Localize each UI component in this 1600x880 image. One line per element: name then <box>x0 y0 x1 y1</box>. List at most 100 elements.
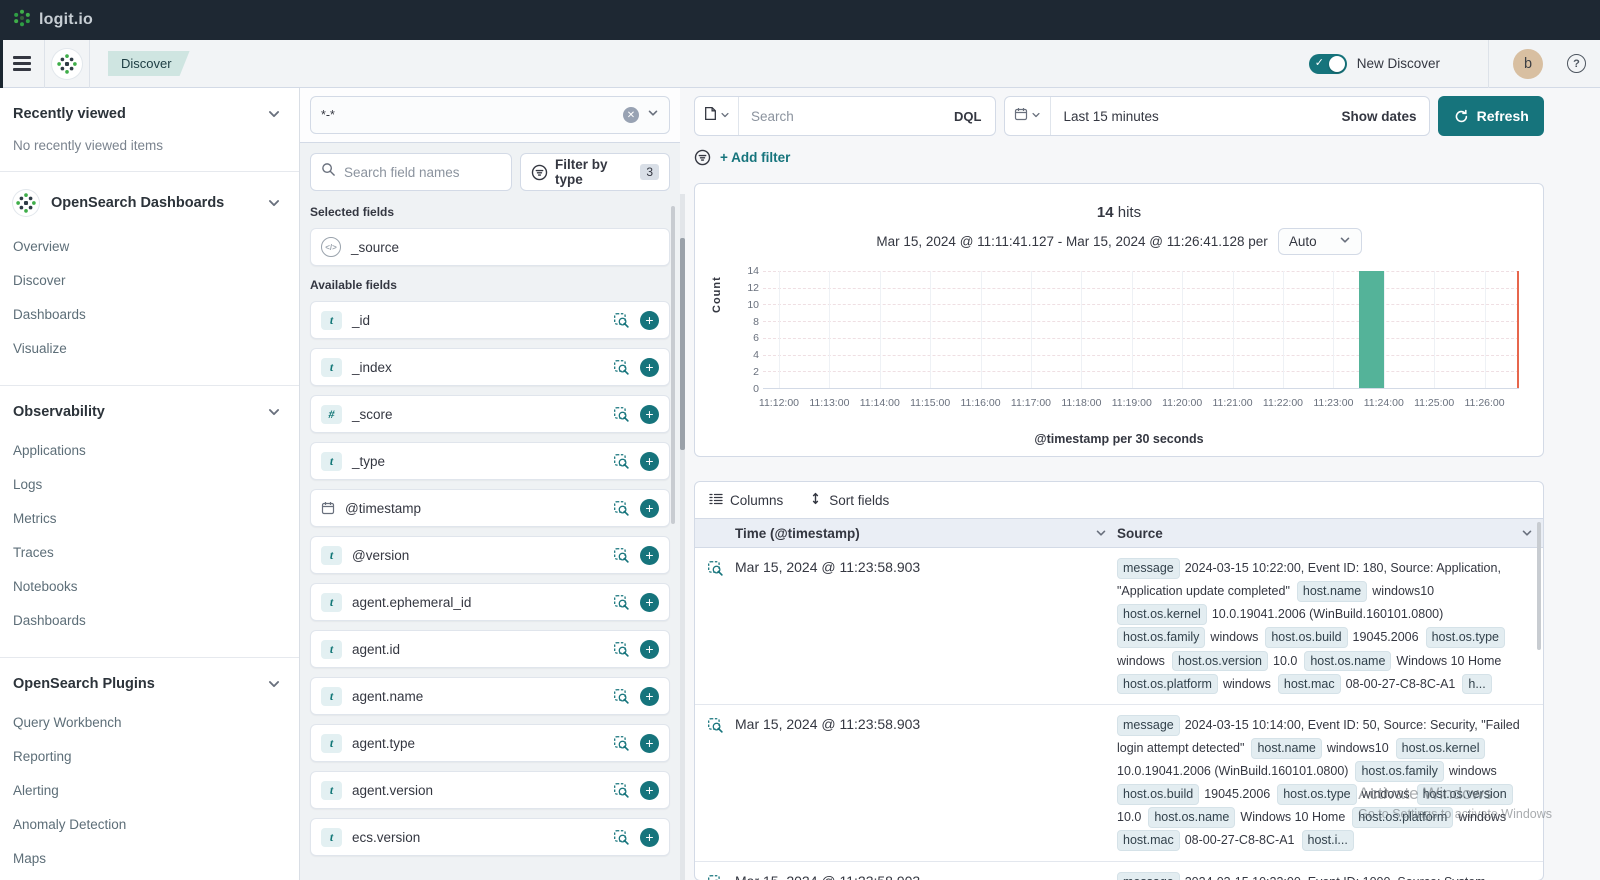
clear-index-icon[interactable]: ✕ <box>623 107 639 123</box>
add-field-button[interactable]: + <box>640 781 659 800</box>
add-field-button[interactable]: + <box>640 405 659 424</box>
refresh-label: Refresh <box>1477 108 1529 124</box>
sidebar-item-traces[interactable]: Traces <box>13 545 281 560</box>
chevron-down-icon[interactable] <box>1095 527 1107 539</box>
histogram-bar[interactable] <box>1359 271 1384 388</box>
menu-button[interactable] <box>0 40 44 88</box>
source-column-header[interactable]: Source <box>1117 526 1543 541</box>
add-field-button[interactable]: + <box>640 687 659 706</box>
add-filter-button[interactable]: + Add filter <box>720 150 790 165</box>
field-row-agent-version[interactable]: tagent.version+ <box>310 771 670 809</box>
source-field-value: 08-00-27-C8-8C-A1 <box>1346 677 1456 691</box>
source-field-badge: host.os.family <box>1355 761 1443 782</box>
time-range-value[interactable]: Last 15 minutes <box>1051 109 1328 124</box>
add-field-button[interactable]: + <box>640 828 659 847</box>
field-details-icon[interactable] <box>613 547 630 564</box>
chevron-down-icon[interactable] <box>267 405 281 419</box>
field-row--id[interactable]: t_id+ <box>310 301 670 339</box>
field-row--score[interactable]: #_score+ <box>310 395 670 433</box>
sidebar-item-maps[interactable]: Maps <box>13 851 281 866</box>
text-field-icon: t <box>321 311 342 330</box>
field-details-icon[interactable] <box>613 359 630 376</box>
query-search-input[interactable] <box>739 109 940 124</box>
filter-by-type-button[interactable]: Filter by type 3 <box>520 153 670 191</box>
field-row--version[interactable]: t@version+ <box>310 536 670 574</box>
field-row-ecs-version[interactable]: tecs.version+ <box>310 818 670 856</box>
field-row-agent-id[interactable]: tagent.id+ <box>310 630 670 668</box>
field-details-icon[interactable] <box>613 500 630 517</box>
sidebar-item-applications[interactable]: Applications <box>13 443 281 458</box>
field-row-agent-type[interactable]: tagent.type+ <box>310 724 670 762</box>
main-scrollbar[interactable] <box>680 238 685 450</box>
field-details-icon[interactable] <box>613 782 630 799</box>
saved-query-button[interactable] <box>695 97 739 135</box>
sidebar-item-alerting[interactable]: Alerting <box>13 783 281 798</box>
field-row--source[interactable]: </>_source <box>310 228 670 266</box>
sidebar-item-logs[interactable]: Logs <box>13 477 281 492</box>
field-details-icon[interactable] <box>613 312 630 329</box>
field-row-agent-ephemeral-id[interactable]: tagent.ephemeral_id+ <box>310 583 670 621</box>
number-field-icon: # <box>321 405 342 424</box>
add-field-button[interactable]: + <box>640 358 659 377</box>
field-details-icon[interactable] <box>613 406 630 423</box>
table-row: Mar 15, 2024 @ 11:23:58.903message2024-0… <box>695 548 1543 705</box>
interval-select[interactable]: Auto <box>1278 228 1362 255</box>
add-field-button[interactable]: + <box>640 311 659 330</box>
fields-scrollbar[interactable] <box>671 206 675 524</box>
chevron-down-icon[interactable] <box>647 106 659 124</box>
field-search-box <box>310 153 512 191</box>
field-row--index[interactable]: t_index+ <box>310 348 670 386</box>
breadcrumb[interactable]: Discover <box>108 51 190 76</box>
field-details-icon[interactable] <box>613 594 630 611</box>
field-row--type[interactable]: t_type+ <box>310 442 670 480</box>
add-field-button[interactable]: + <box>640 499 659 518</box>
field-row-agent-name[interactable]: tagent.name+ <box>310 677 670 715</box>
add-field-button[interactable]: + <box>640 593 659 612</box>
y-axis-title: Count <box>711 276 723 313</box>
add-field-button[interactable]: + <box>640 452 659 471</box>
add-field-button[interactable]: + <box>640 640 659 659</box>
expand-document-button[interactable] <box>695 714 735 853</box>
chevron-down-icon[interactable] <box>1521 527 1533 539</box>
sidebar-item-reporting[interactable]: Reporting <box>13 749 281 764</box>
add-field-button[interactable]: + <box>640 734 659 753</box>
sidebar-item-overview[interactable]: Overview <box>13 239 281 254</box>
help-button[interactable]: ? <box>1567 54 1586 73</box>
field-details-icon[interactable] <box>613 453 630 470</box>
new-discover-toggle[interactable]: ✓ <box>1309 54 1347 74</box>
opensearch-home-button[interactable] <box>45 40 89 88</box>
sidebar-item-dashboards[interactable]: Dashboards <box>13 613 281 628</box>
chevron-down-icon[interactable] <box>267 196 281 210</box>
query-language-button[interactable]: DQL <box>940 109 995 124</box>
sidebar-item-query-workbench[interactable]: Query Workbench <box>13 715 281 730</box>
avatar[interactable]: b <box>1513 49 1543 79</box>
date-quick-select-button[interactable] <box>1005 97 1051 135</box>
chevron-down-icon[interactable] <box>267 677 281 691</box>
expand-document-button[interactable] <box>695 871 735 880</box>
sidebar-item-anomaly-detection[interactable]: Anomaly Detection <box>13 817 281 832</box>
field-search-input[interactable] <box>344 165 501 180</box>
show-dates-button[interactable]: Show dates <box>1328 109 1429 124</box>
filter-circle-icon[interactable] <box>694 149 711 166</box>
expand-document-button[interactable] <box>695 557 735 696</box>
add-field-button[interactable]: + <box>640 546 659 565</box>
field-row--timestamp[interactable]: @timestamp+ <box>310 489 670 527</box>
sidebar-item-notebooks[interactable]: Notebooks <box>13 579 281 594</box>
time-column-header[interactable]: Time (@timestamp) <box>735 526 1117 541</box>
sort-fields-button[interactable]: Sort fields <box>809 492 889 508</box>
histogram-panel: 14 hits Mar 15, 2024 @ 11:11:41.127 - Ma… <box>694 183 1544 457</box>
chevron-down-icon[interactable] <box>267 107 281 121</box>
sidebar-item-dashboards[interactable]: Dashboards <box>13 307 281 322</box>
index-pattern-select[interactable]: *-* ✕ <box>310 96 670 134</box>
sidebar-item-metrics[interactable]: Metrics <box>13 511 281 526</box>
field-details-icon[interactable] <box>613 735 630 752</box>
sidebar-item-discover[interactable]: Discover <box>13 273 281 288</box>
columns-button[interactable]: Columns <box>709 493 783 508</box>
table-scrollbar[interactable] <box>1537 522 1541 650</box>
field-details-icon[interactable] <box>613 829 630 846</box>
opensearch-logo-icon <box>13 190 39 216</box>
field-details-icon[interactable] <box>613 688 630 705</box>
field-details-icon[interactable] <box>613 641 630 658</box>
refresh-button[interactable]: Refresh <box>1438 96 1544 136</box>
sidebar-item-visualize[interactable]: Visualize <box>13 341 281 356</box>
